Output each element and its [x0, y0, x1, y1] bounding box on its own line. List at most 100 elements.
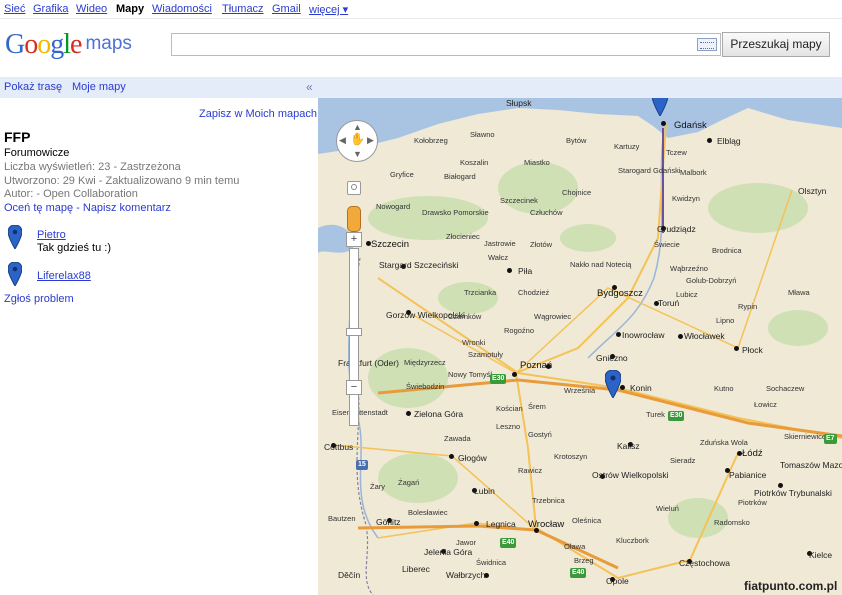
map-town-label: Kołobrzeg: [414, 136, 448, 145]
show-route-link[interactable]: Pokaż trasę: [4, 81, 62, 93]
map-town-label: Września: [564, 386, 596, 395]
logo-letter: g: [50, 29, 64, 60]
collapse-sidebar-icon[interactable]: «: [306, 80, 313, 94]
nav-link-wideo[interactable]: Wideo: [76, 3, 107, 15]
nav-link-siec[interactable]: Sieć: [4, 3, 25, 15]
map-city-dot: [734, 346, 739, 351]
map-city-dot: [512, 372, 517, 377]
map-city-label: Olsztyn: [798, 186, 827, 196]
map-town-label: Sochaczew: [766, 384, 805, 393]
map-city-label: Zielona Góra: [414, 409, 464, 419]
save-to-my-maps-link[interactable]: Zapisz w Moich mapach: [199, 108, 317, 120]
search-input[interactable]: [171, 33, 721, 56]
map-city-label: Jelenia Góra: [424, 547, 473, 557]
pan-up-icon[interactable]: ▲: [353, 122, 362, 132]
map-town-label: Żagań: [398, 478, 420, 487]
map-city-label: Toruń: [658, 298, 680, 308]
map-town-label: Kwidzyn: [672, 194, 700, 203]
map-town-label: Nowogard: [376, 202, 411, 211]
map-city-label: Poznań: [520, 360, 553, 371]
map-town-label: Wieluń: [656, 504, 679, 513]
search-button[interactable]: Przeszukaj mapy: [722, 32, 830, 57]
map-town-label: Wągrowiec: [534, 312, 572, 321]
place-description: Tak gdzieś tu :): [37, 242, 111, 254]
rate-comment-link[interactable]: Oceń tę mapę - Napisz komentarz: [4, 202, 171, 214]
map-city-label: Głogów: [458, 453, 487, 463]
map-marker-icon[interactable]: [652, 98, 668, 116]
nav-link-wiadomosci[interactable]: Wiadomości: [152, 3, 212, 15]
pan-down-icon[interactable]: ▼: [353, 149, 362, 159]
map-town-label: Zduńska Wola: [700, 438, 748, 447]
map-header-bar: [318, 77, 842, 98]
map-town-label: Jastrowie: [484, 239, 516, 248]
map-city-dot: [678, 334, 683, 339]
map-city-label: Gdańsk: [674, 120, 707, 131]
street-view-icon[interactable]: [347, 181, 361, 195]
map-city-label: Piotrków Trybunalski: [754, 488, 832, 498]
map-town-label: Śrem: [528, 402, 546, 411]
map-town-label: Trzebnica: [532, 496, 565, 505]
map-town-label: Chodzież: [518, 288, 550, 297]
place-link-liferelax88[interactable]: Liferelax88: [37, 270, 91, 282]
logo-letter: e: [70, 29, 82, 60]
keyboard-icon[interactable]: [697, 38, 717, 51]
pan-right-icon[interactable]: ▶: [367, 135, 374, 146]
logo-letter: o: [37, 29, 51, 60]
nav-link-gmail[interactable]: Gmail: [272, 3, 301, 15]
map-city-label: Frankfurt (Oder): [338, 358, 399, 368]
map-subtitle: Forumowicze: [4, 147, 70, 159]
map-title: FFP: [4, 129, 31, 145]
highway-shield-label: E40: [570, 568, 587, 578]
map-canvas[interactable]: Kołobrzeg Sławno Bytów Kartuzy Tczew Malbork K…: [318, 98, 842, 595]
map-town-label: Skierniewice: [784, 432, 827, 441]
map-town-label: Szamotuły: [468, 350, 504, 359]
report-problem-link[interactable]: Zgłoś problem: [4, 293, 74, 305]
watermark: fiatpunto.com.pl: [744, 579, 838, 593]
map-town-label: Rogoźno: [504, 326, 535, 335]
map-town-label: Rypin: [738, 302, 758, 311]
map-city-dot: [707, 138, 712, 143]
map-town-label: Złotów: [530, 240, 553, 249]
pan-control[interactable]: ▲ ▼ ◀ ▶ ✋: [336, 120, 378, 162]
nav-link-tlumacz[interactable]: Tłumacz: [222, 3, 264, 15]
pegman-icon[interactable]: [347, 206, 361, 232]
highway-shield-label: E7: [824, 434, 837, 444]
placemark-icon[interactable]: [8, 225, 22, 249]
map-town-label: Bolesławiec: [408, 508, 448, 517]
logo-letter: o: [24, 29, 38, 60]
placemark-icon[interactable]: [8, 262, 22, 286]
map-city-label: Częstochowa: [679, 558, 731, 568]
map-city-label: Lubin: [474, 486, 495, 496]
map-city-label: Łódź: [742, 448, 763, 459]
map-town-label: Sieradz: [670, 456, 696, 465]
map-marker-icon[interactable]: [605, 370, 621, 398]
map-town-label: Brodnica: [712, 246, 742, 255]
my-maps-link[interactable]: Moje mapy: [72, 81, 126, 93]
nav-link-grafika[interactable]: Grafika: [33, 3, 68, 15]
zoom-slider[interactable]: [349, 248, 359, 426]
map-town-label: Białogard: [444, 172, 476, 181]
map-city-label: Pabianice: [729, 470, 767, 480]
map-town-label: Świdnica: [476, 558, 507, 567]
nav-link-mapy: Mapy: [116, 3, 145, 15]
highway-shield-label: E30: [668, 411, 685, 421]
map-town-label: Sławno: [470, 130, 495, 139]
nav-link-more[interactable]: więcej ▾: [309, 3, 348, 16]
map-town-label: Malbork: [680, 168, 707, 177]
zoom-in-button[interactable]: +: [346, 232, 362, 247]
map-town-label: Piotrków: [738, 498, 767, 507]
top-navigation: Sieć Grafika Wideo Mapy Wiadomości Tłuma…: [0, 0, 842, 19]
google-maps-logo[interactable]: Google maps: [5, 29, 132, 61]
map-town-label: Starogard Gdański: [618, 166, 681, 175]
place-link-pietro[interactable]: Pietro: [37, 229, 66, 241]
pan-left-icon[interactable]: ◀: [339, 135, 346, 146]
map-town-label: Międzyrzecz: [404, 358, 446, 367]
hand-icon: ✋: [350, 132, 365, 146]
map-city-label: Kielce: [809, 550, 833, 560]
map-city-label: Cottbus: [324, 442, 354, 452]
map-town-label: Drawsko Pomorskie: [422, 208, 489, 217]
zoom-slider-handle[interactable]: [346, 328, 362, 336]
map-city-label: Płock: [742, 345, 763, 355]
zoom-out-button[interactable]: −: [346, 380, 362, 395]
logo-maps-text: maps: [85, 33, 132, 54]
